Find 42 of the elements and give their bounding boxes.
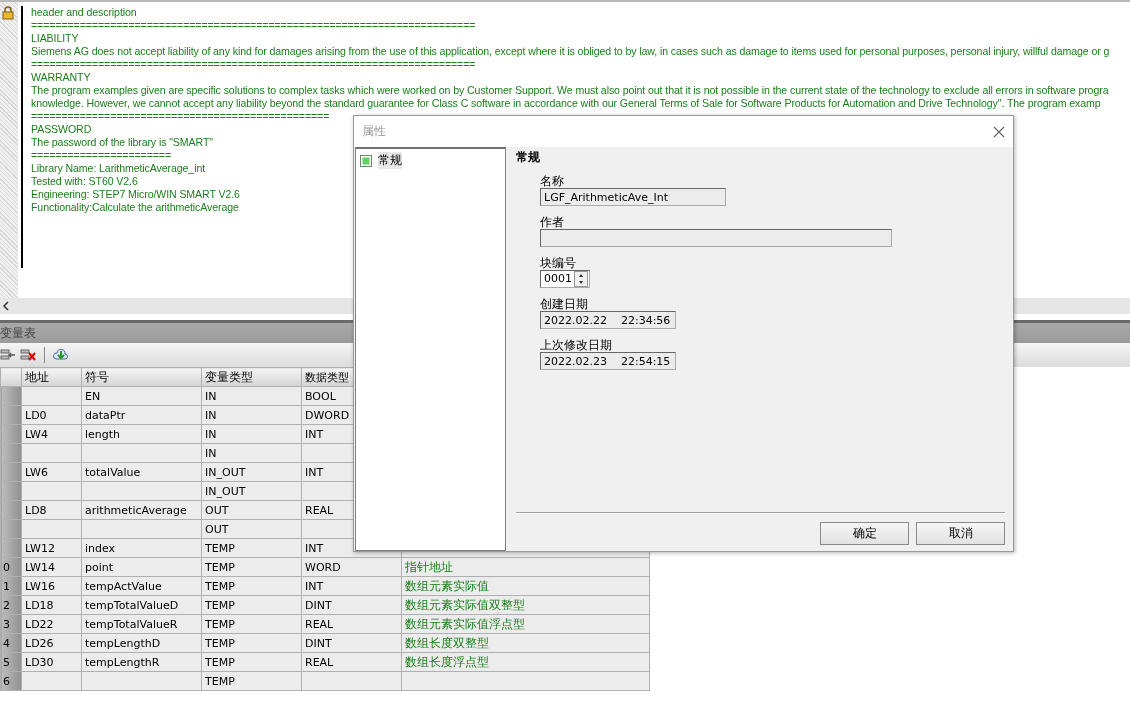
row-header [0, 367, 22, 387]
node-icon [360, 154, 372, 167]
field-label: 名称 [540, 174, 565, 188]
comment-line: Library Name: LarithmeticAverage_int [31, 162, 206, 175]
comment-line: ================================================= [31, 110, 330, 123]
comment-line: Engineering: STEP7 Micro/WIN SMART V2.6 [31, 188, 240, 201]
comment-line: WARRANTY [31, 71, 91, 84]
comment-line: ========================================================================= [31, 19, 476, 32]
comment-line: header and description [31, 6, 137, 19]
comment-line: ======================= [31, 149, 171, 162]
scroll-left-icon[interactable] [2, 301, 10, 311]
column-header[interactable]: 符号 [81, 367, 202, 387]
field-label: 块编号 [540, 256, 577, 270]
comment-line: Functionality:Calculate the arithmeticAverage [31, 201, 239, 214]
download-icon[interactable] [53, 347, 69, 363]
field-label: 创建日期 [540, 297, 589, 311]
comment-line: Siemens AG does not accept liability of any kind for damages arising from the use of this application, except where it is obliged to by law, in cases such as damage to items used for personal purposes, personal injury, willful damage or g [31, 45, 1110, 58]
spin-field[interactable]: 0001 [540, 270, 590, 288]
comment-line: ========================================================================= [31, 58, 476, 71]
comment-line: knowledge. However, we cannot accept any liability beyond the standard guarantee for Class C software in accordance with our General Terms of Sale for Software Products for Automation and Drive Technology". The program examp [31, 97, 1101, 110]
input-field[interactable] [540, 229, 892, 247]
input-field[interactable]: LGF_ArithmeticAve_Int [540, 188, 726, 206]
section-heading: 常规 [516, 149, 541, 166]
dialog-button[interactable]: 取消 [916, 522, 1005, 545]
dialog-button[interactable]: 确定 [820, 522, 909, 545]
comment-line: The program examples given are specific solutions to complex tasks which were worked on by Customer Support. We must also point out that it is not possible in the current state of the technology to exclude all errors in software progra [31, 84, 1109, 97]
field-label: 作者 [540, 215, 565, 229]
comment-line: The password of the library is "SMART" [31, 136, 213, 149]
input-field[interactable]: 2022.02.22 22:34:56 [540, 311, 676, 329]
column-header[interactable]: 地址 [21, 367, 82, 387]
column-header[interactable]: 变量类型 [201, 367, 302, 387]
comment-line: PASSWORD [31, 123, 92, 136]
delete-row-icon[interactable] [20, 347, 36, 363]
dialog-title: 属性 [362, 123, 386, 140]
tree-item[interactable]: 常规 [358, 151, 503, 170]
input-field[interactable]: 2022.02.23 22:54:15 [540, 352, 676, 370]
lock-icon [1, 6, 15, 20]
comment-line: LIABILITY [31, 32, 79, 45]
comment-line: Tested with: ST60 V2.6 [31, 175, 138, 188]
close-icon[interactable] [993, 125, 1005, 138]
spinner-arrows-icon[interactable] [574, 271, 588, 287]
insert-row-icon[interactable] [0, 347, 16, 363]
